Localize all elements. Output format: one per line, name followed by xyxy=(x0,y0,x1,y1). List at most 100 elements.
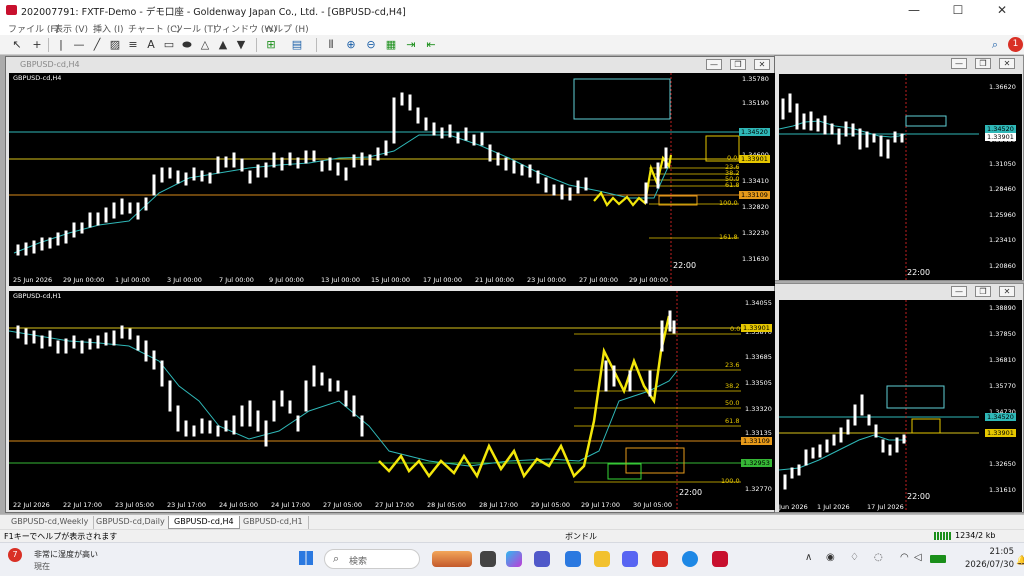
menu-chart[interactable]: チャート (C) xyxy=(128,22,180,35)
taskbar-date[interactable]: 2026/07/30 xyxy=(958,560,1014,570)
wifi-icon[interactable]: ◠ xyxy=(900,552,909,563)
edge-icon[interactable] xyxy=(682,551,698,567)
file-explorer-icon[interactable] xyxy=(594,551,610,567)
discord-icon[interactable] xyxy=(622,551,638,567)
price-axis-label: 1.37850 xyxy=(989,330,1016,338)
widget-image-icon[interactable] xyxy=(432,551,472,567)
arrow-down-icon[interactable]: ▼ xyxy=(234,38,248,52)
time-axis-label: 23 Jul 17:00 xyxy=(167,501,206,509)
window-restore-button[interactable]: ❐ xyxy=(975,58,991,69)
daily-chart[interactable]: 1.36620 1.33650 1.31050 1.28460 1.25960 … xyxy=(779,74,1022,280)
window-minimize-button[interactable]: — xyxy=(706,59,722,70)
h4-chart-plot xyxy=(9,73,740,286)
chart-tab-bar: GBPUSD-cd,Weekly GBPUSD-cd,Daily GBPUSD-… xyxy=(0,514,1024,529)
teams-icon[interactable] xyxy=(534,551,550,567)
tray-icon[interactable]: ◉ xyxy=(826,552,835,563)
fib-level-label: 100.0 xyxy=(719,199,738,207)
window-minimize-button[interactable]: — xyxy=(951,58,967,69)
minimize-button[interactable]: — xyxy=(892,0,936,20)
new-order-icon[interactable]: ⊞ xyxy=(264,38,278,52)
bid-price-box: 1.33901 xyxy=(741,324,772,332)
bar-chart-icon[interactable]: ⫴ xyxy=(324,38,338,52)
start-icon[interactable] xyxy=(299,551,313,565)
search-icon[interactable]: ⌕ xyxy=(988,38,1002,52)
tray-icon[interactable]: ♢ xyxy=(850,552,859,563)
trendline-icon[interactable]: ╱ xyxy=(90,38,104,52)
price-axis-label: 1.38890 xyxy=(989,304,1016,312)
menu-view[interactable]: 表示 (V) xyxy=(54,22,88,35)
notification-bell-icon[interactable]: 🔔 xyxy=(1016,556,1024,566)
chart-window-icon[interactable]: ▤ xyxy=(290,38,304,52)
window-close-button[interactable]: ✕ xyxy=(999,58,1015,69)
tab-weekly[interactable]: GBPUSD-cd,Weekly xyxy=(6,516,95,529)
tile-windows-icon[interactable]: ▦ xyxy=(384,38,398,52)
time-axis-label: 13 Jul 00:00 xyxy=(321,276,360,284)
candle-clock: 22:00 xyxy=(907,492,931,501)
weather-badge[interactable]: 7 xyxy=(8,548,22,562)
menu-insert[interactable]: 挿入 (I) xyxy=(93,22,124,35)
crosshair-icon[interactable]: + xyxy=(30,38,44,52)
price-axis-label: 1.35780 xyxy=(742,75,769,83)
battery-icon[interactable] xyxy=(930,555,946,563)
vertical-line-icon[interactable]: | xyxy=(54,38,68,52)
connection-icon xyxy=(934,532,952,540)
menu-bar: ファイル (F) 表示 (V) 挿入 (I) チャート (C) ツール (T) … xyxy=(0,20,1024,35)
time-axis-label: 17 Jul 2026 xyxy=(867,503,904,511)
triangle-icon[interactable]: △ xyxy=(198,38,212,52)
weekly-chart[interactable]: 1.38890 1.37850 1.36810 1.35770 1.34730 … xyxy=(779,300,1022,512)
status-bar: F1キーでヘルプが表示されます ボンドル 1234/2 kb xyxy=(0,529,1024,542)
price-axis-label: 1.23410 xyxy=(989,236,1016,244)
notification-badge[interactable]: 1 xyxy=(1008,37,1023,52)
h4-chart[interactable]: GBPUSD-cd,H4 1.35780 1.35190 1.34600 1.3… xyxy=(9,73,775,286)
fib-level-label: 61.8 xyxy=(725,417,740,425)
app-red-icon[interactable] xyxy=(652,551,668,567)
chart-shift-icon[interactable]: ⇤ xyxy=(424,38,438,52)
symbol-label: GBPUSD-cd,H1 xyxy=(13,292,62,300)
cursor-icon[interactable]: ↖ xyxy=(10,38,24,52)
window-restore-button[interactable]: ❐ xyxy=(975,286,991,297)
window-minimize-button[interactable]: — xyxy=(951,286,967,297)
tab-h4[interactable]: GBPUSD-cd,H4 xyxy=(168,516,240,529)
price-axis-label: 1.28460 xyxy=(989,185,1016,193)
text-icon[interactable]: A xyxy=(144,38,158,52)
close-button[interactable]: ✕ xyxy=(980,0,1024,20)
weather-text[interactable]: 非常に湿度が高い xyxy=(34,549,98,560)
candle-clock: 22:00 xyxy=(907,268,931,277)
taskbar-search-box[interactable]: ⌕ 検索 xyxy=(324,549,420,569)
copilot-icon[interactable] xyxy=(506,551,522,567)
tab-h1[interactable]: GBPUSD-cd,H1 xyxy=(238,516,309,529)
price-axis-label: 1.32770 xyxy=(745,485,772,493)
zoom-in-icon[interactable]: ⊕ xyxy=(344,38,358,52)
menu-tools[interactable]: ツール (T) xyxy=(174,22,216,35)
maximize-button[interactable]: ☐ xyxy=(936,0,980,20)
menu-file[interactable]: ファイル (F) xyxy=(8,22,59,35)
search-placeholder: 検索 xyxy=(349,557,368,567)
volume-icon[interactable]: ◁ xyxy=(914,552,922,563)
horizontal-line-icon[interactable]: — xyxy=(72,38,86,52)
price-axis-label: 1.33135 xyxy=(745,429,772,437)
zoom-out-icon[interactable]: ⊖ xyxy=(364,38,378,52)
level-price-box: 1.32953 xyxy=(741,459,772,467)
arrow-up-icon[interactable]: ▲ xyxy=(216,38,230,52)
time-axis-label: 29 Jul 17:00 xyxy=(581,501,620,509)
ellipse-icon[interactable]: ⬬ xyxy=(180,38,194,52)
time-axis-label: 23 Jul 05:00 xyxy=(115,501,154,509)
task-view-icon[interactable] xyxy=(480,551,496,567)
rectangle-icon[interactable]: ▭ xyxy=(162,38,176,52)
toolbar-separator xyxy=(316,38,317,52)
menu-help[interactable]: ヘルプ (H) xyxy=(265,22,309,35)
h1-chart[interactable]: GBPUSD-cd,H1 1.34055 1.33870 1.33685 1.3… xyxy=(9,291,775,510)
window-close-button[interactable]: ✕ xyxy=(754,59,770,70)
window-restore-button[interactable]: ❐ xyxy=(730,59,746,70)
tab-daily[interactable]: GBPUSD-cd,Daily xyxy=(91,516,171,529)
channel-icon[interactable]: ▨ xyxy=(108,38,122,52)
window-close-button[interactable]: ✕ xyxy=(999,286,1015,297)
tray-chevron-icon[interactable]: ∧ xyxy=(805,552,812,563)
store-icon[interactable] xyxy=(565,551,581,567)
taskbar-time[interactable]: 21:05 xyxy=(968,547,1015,557)
trading-app-icon[interactable] xyxy=(712,551,728,567)
tray-icon[interactable]: ◌ xyxy=(874,552,883,563)
fibonacci-icon[interactable]: ≡ xyxy=(126,38,140,52)
autoscroll-icon[interactable]: ⇥ xyxy=(404,38,418,52)
chart-window-daily: — ❐ ✕ 1.36620 1.33650 1.31050 1.28460 1.… xyxy=(774,55,1024,281)
